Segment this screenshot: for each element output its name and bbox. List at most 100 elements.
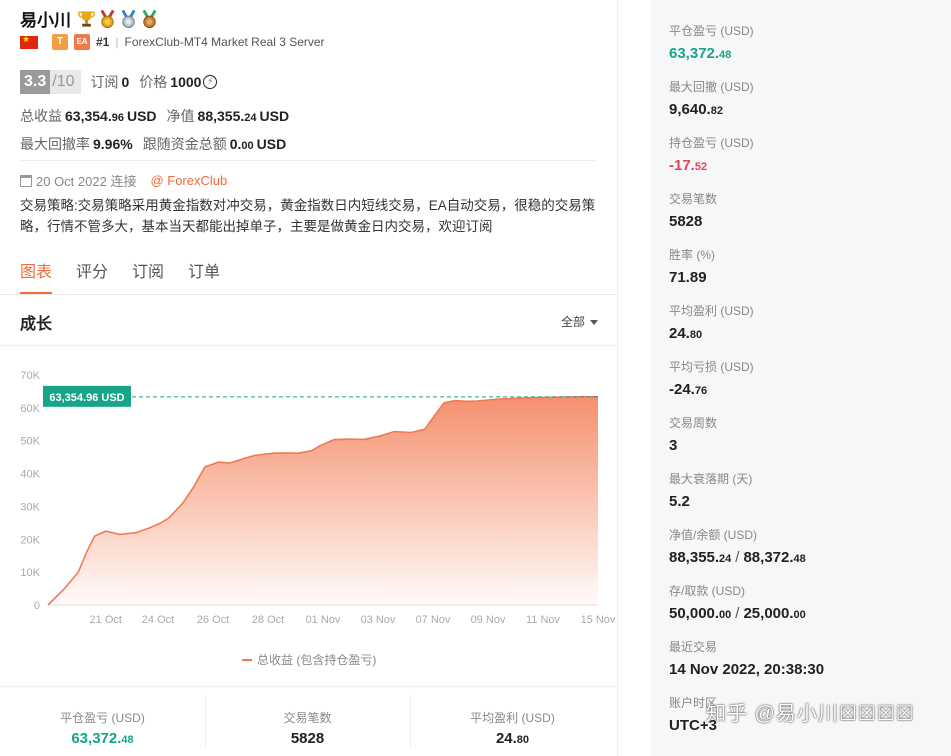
follow-funds-decimal: 00 bbox=[241, 140, 254, 152]
growth-area bbox=[48, 396, 598, 605]
meta-row: T EA #1 | ForexClub-MT4 Market Real 3 Se… bbox=[20, 34, 325, 50]
connect-date: 20 Oct 2022 连接 bbox=[36, 174, 137, 189]
summary-closed-pnl: 平仓盈亏 (USD) 63,372.48 bbox=[0, 709, 205, 747]
legend-label: 总收益 (包含持仓盈亏) bbox=[257, 653, 377, 667]
price-value: 1000 bbox=[170, 74, 202, 90]
y-tick-label: 70K bbox=[20, 370, 40, 382]
tab-subscribe[interactable]: 订阅 bbox=[132, 258, 164, 294]
stat-item: 交易周数 3 bbox=[669, 414, 717, 454]
score-max: /10 bbox=[50, 70, 81, 94]
section-title: 成长 bbox=[20, 316, 53, 333]
stat-value: 5.2 bbox=[669, 493, 690, 510]
trader-tag: T bbox=[52, 34, 68, 50]
drawdown-value: 9.96% bbox=[93, 136, 133, 152]
stat-item: 最大衰落期 (天) 5.2 bbox=[669, 470, 752, 510]
stats-sidebar: 平仓盈亏 (USD) 63,372.48 最大回撤 (USD) 9,640.82 持仓盈… bbox=[650, 0, 951, 756]
x-tick-label: 03 Nov bbox=[361, 614, 396, 626]
stat-value: -24.76 bbox=[669, 381, 708, 398]
stat-item: 交易笔数 5828 bbox=[669, 190, 717, 230]
stat-label: 胜率 (%) bbox=[669, 248, 715, 262]
calendar-icon bbox=[20, 174, 32, 187]
stat-value: 3 bbox=[669, 437, 678, 454]
summary-label: 平均盈利 (USD) bbox=[470, 711, 555, 725]
tab-bar: 图表 评分 订阅 订单 bbox=[20, 258, 220, 294]
server-name: ForexClub-MT4 Market Real 3 Server bbox=[124, 35, 325, 49]
ea-tag: EA bbox=[74, 34, 90, 50]
drawdown-row: 最大回撤率 9.96% 跟随资金总额 0. 00 USD bbox=[20, 134, 286, 154]
y-tick-label: 60K bbox=[20, 403, 40, 415]
y-tick-label: 50K bbox=[20, 436, 40, 448]
drawdown-label: 最大回撤率 bbox=[20, 136, 90, 152]
total-profit-label: 总收益 bbox=[20, 108, 62, 124]
trader-profile-panel: 易小川 ★ T EA #1 | ForexClub-MT4 Market Rea… bbox=[0, 0, 620, 756]
stat-label: 净值/余额 (USD) bbox=[669, 528, 757, 542]
trophy-icon bbox=[78, 10, 95, 27]
tab-orders[interactable]: 订单 bbox=[188, 258, 220, 294]
summary-avg-profit: 平均盈利 (USD) 24.80 bbox=[410, 709, 615, 747]
y-tick-label: 40K bbox=[20, 469, 40, 481]
rank-badge: #1 bbox=[96, 35, 110, 49]
stat-item: 持仓盈亏 (USD) -17.52 bbox=[669, 134, 754, 174]
stat-label: 持仓盈亏 (USD) bbox=[669, 136, 754, 150]
x-tick-label: 01 Nov bbox=[306, 614, 341, 626]
coin-icon: ⚡ bbox=[203, 75, 218, 89]
x-tick-label: 15 Nov bbox=[581, 614, 616, 626]
equity-label: 净值 bbox=[166, 108, 195, 124]
price-label: 价格 bbox=[139, 74, 168, 90]
stat-label: 平均亏损 (USD) bbox=[669, 360, 754, 374]
stat-value: -17.52 bbox=[669, 157, 708, 174]
strategy-description: 交易策略:交易策略采用黄金指数对冲交易，黄金指数日内短线交易，EA自动交易，很稳… bbox=[20, 198, 596, 234]
total-profit-main: 63,354. bbox=[65, 108, 112, 124]
chart-legend[interactable]: 总收益 (包含持仓盈亏) bbox=[242, 651, 376, 668]
profit-row: 总收益 63,354. 96 USD 净值 88,355. 24 USD bbox=[20, 106, 289, 126]
x-tick-label: 21 Oct bbox=[90, 614, 122, 626]
x-tick-label: 26 Oct bbox=[197, 614, 229, 626]
bronze-medal-icon bbox=[142, 9, 157, 28]
stat-label: 最近交易 bbox=[669, 640, 718, 654]
divider bbox=[0, 294, 618, 295]
stat-value: 63,372.48 bbox=[669, 45, 732, 62]
follow-funds-label: 跟随资金总额 bbox=[142, 136, 227, 152]
growth-chart: 0 10K 20K 30K 40K 50K 60K 70K 21 Oct 24 Oct 26 Oct… bbox=[20, 370, 616, 626]
stat-item: 平仓盈亏 (USD) 63,372.48 bbox=[669, 22, 754, 62]
stat-item: 平均亏损 (USD) -24.76 bbox=[669, 358, 754, 398]
connect-row: 20 Oct 2022 连接 @ ForexClub bbox=[20, 171, 227, 190]
subscribe-label: 订阅 bbox=[90, 74, 119, 90]
y-tick-label: 20K bbox=[20, 534, 40, 546]
x-tick-label: 07 Nov bbox=[416, 614, 451, 626]
y-tick-label: 0 bbox=[34, 600, 40, 612]
summary-value: 24.80 bbox=[495, 730, 530, 747]
watermark: 知乎 @易小川☒☒☒☒ bbox=[706, 703, 915, 725]
stat-value: 14 Nov 2022, 20:38:30 bbox=[669, 661, 825, 678]
tab-rating[interactable]: 评分 bbox=[76, 258, 108, 294]
y-tick-label: 10K bbox=[20, 567, 40, 579]
follow-funds-main: 0. bbox=[229, 136, 242, 152]
summary-label: 平仓盈亏 (USD) bbox=[60, 711, 145, 725]
x-tick-label: 28 Oct bbox=[252, 614, 284, 626]
stat-value: 88,355.24/88,372.48 bbox=[669, 549, 806, 566]
broker-link[interactable]: @ ForexClub bbox=[150, 173, 227, 188]
summary-trade-count: 交易笔数 5828 bbox=[205, 709, 410, 747]
title-row: 易小川 bbox=[20, 6, 159, 31]
score-row: 3.3 /10 订阅 0 价格 1000 ⚡ bbox=[20, 70, 218, 94]
china-flag-icon bbox=[20, 34, 38, 49]
silver-medal-icon bbox=[121, 9, 136, 28]
stat-value: 50,000.00/25,000.00 bbox=[669, 605, 806, 622]
x-tick-label: 11 Nov bbox=[526, 614, 561, 626]
stat-value: 71.89 bbox=[669, 269, 707, 286]
divider: | bbox=[115, 35, 119, 49]
divider bbox=[20, 160, 596, 161]
equity-decimal: 24 bbox=[244, 112, 257, 124]
x-tick-label: 24 Oct bbox=[142, 614, 174, 626]
divider bbox=[617, 0, 618, 756]
stat-item: 最近交易 14 Nov 2022, 20:38:30 bbox=[669, 638, 824, 678]
stat-label: 平仓盈亏 (USD) bbox=[669, 24, 754, 38]
trader-name[interactable]: 易小川 bbox=[20, 6, 71, 31]
range-dropdown[interactable]: 全部 bbox=[561, 313, 598, 330]
tab-chart[interactable]: 图表 bbox=[20, 258, 53, 294]
summary-value: 63,372.48 bbox=[71, 730, 134, 747]
stat-label: 交易笔数 bbox=[669, 192, 718, 206]
stat-item: 平均盈利 (USD) 24.80 bbox=[669, 302, 754, 342]
subscribe-count: 0 bbox=[121, 74, 130, 90]
stat-item: 存/取款 (USD) 50,000.00/25,000.00 bbox=[669, 582, 806, 622]
